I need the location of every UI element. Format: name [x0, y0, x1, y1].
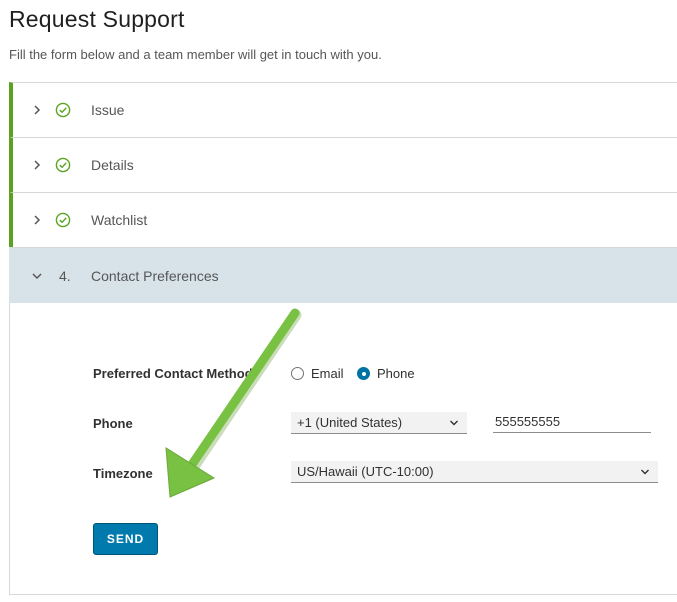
radio-circle-checked[interactable]: [357, 367, 370, 380]
step-issue[interactable]: Issue: [9, 82, 677, 137]
check-circle-icon: [55, 102, 71, 118]
step-label: Issue: [91, 102, 125, 118]
send-button[interactable]: SEND: [93, 523, 158, 555]
step-details[interactable]: Details: [9, 137, 677, 192]
phone-label: Phone: [93, 416, 133, 431]
radio-email[interactable]: Email: [291, 366, 344, 381]
step-number: 4.: [59, 267, 71, 284]
step-watchlist[interactable]: Watchlist: [9, 192, 677, 247]
chevron-right-icon: [34, 105, 41, 115]
radio-label: Email: [311, 366, 344, 381]
country-code-select[interactable]: +1 (United States): [291, 412, 467, 434]
timezone-select[interactable]: US/Hawaii (UTC-10:00): [291, 461, 658, 483]
select-value: US/Hawaii (UTC-10:00): [297, 464, 434, 479]
phone-number-input[interactable]: 555555555: [493, 411, 651, 433]
stepper: Issue Details Watchlist 4. Contact Prefe…: [9, 82, 677, 303]
chevron-right-icon: [34, 215, 41, 225]
contact-method-label: Preferred Contact Method: [93, 366, 253, 381]
step-label: Contact Preferences: [91, 267, 219, 284]
page-title: Request Support: [9, 6, 185, 32]
check-circle-icon: [55, 212, 71, 228]
radio-label: Phone: [377, 366, 415, 381]
step-label: Details: [91, 157, 134, 173]
step-label: Watchlist: [91, 212, 148, 228]
input-value: 555555555: [495, 414, 561, 429]
chevron-down-icon: [32, 272, 42, 279]
chevron-down-icon: [641, 469, 649, 475]
chevron-right-icon: [34, 160, 41, 170]
radio-phone[interactable]: Phone: [357, 366, 415, 381]
check-circle-icon: [55, 157, 71, 173]
page-subtitle: Fill the form below and a team member wi…: [9, 47, 382, 62]
radio-circle[interactable]: [291, 367, 304, 380]
step-contact-preferences[interactable]: 4. Contact Preferences: [9, 247, 677, 303]
timezone-label: Timezone: [93, 466, 153, 481]
select-value: +1 (United States): [297, 415, 403, 430]
chevron-down-icon: [450, 420, 458, 426]
